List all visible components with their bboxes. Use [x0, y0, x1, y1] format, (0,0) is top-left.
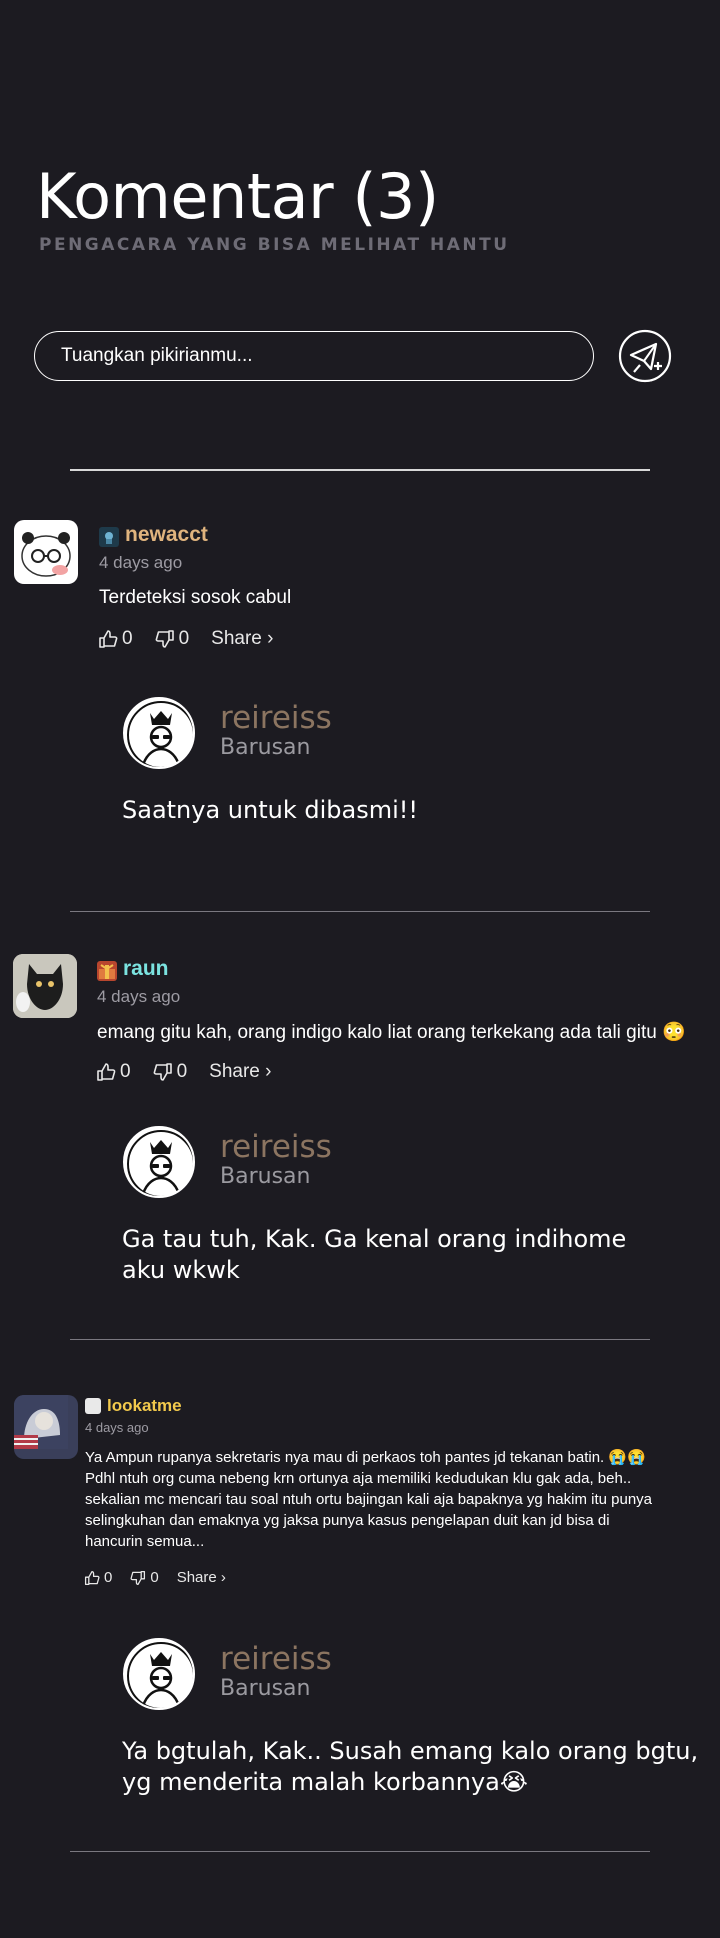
section-divider [70, 469, 650, 471]
comment-username[interactable]: raun [123, 957, 169, 981]
like-button[interactable]: 0 [98, 628, 133, 650]
avatar[interactable] [14, 520, 78, 584]
reply-text: Saatnya untuk dibasmi!! [122, 796, 419, 824]
reply-text-line: aku wkwk [122, 1256, 240, 1284]
user-badge-icon [99, 527, 119, 547]
cat-avatar-icon [13, 954, 77, 1018]
reply-avatar[interactable] [123, 1126, 195, 1198]
comment-text: Ya Ampun rupanya sekretaris nya mau di p… [85, 1447, 652, 1552]
crowned-avatar-icon [126, 1129, 193, 1196]
reply-time: Barusan [220, 735, 311, 760]
comment-time: 4 days ago [97, 987, 181, 1006]
thumbs-down-icon [155, 630, 174, 648]
comment-actions: 0 0 Share › [98, 628, 273, 650]
reply-username[interactable]: reireiss [220, 700, 332, 736]
reply-avatar[interactable] [123, 1638, 195, 1710]
comment-text-line: Ya Ampun rupanya sekretaris nya mau di p… [85, 1449, 646, 1466]
thumbs-up-icon [97, 1063, 116, 1081]
page-subtitle: PENGACARA YANG BISA MELIHAT HANTU [39, 235, 510, 255]
comment-text-line: sekalian mc mencari tau soal ntuh ortu b… [85, 1491, 652, 1508]
crowned-avatar-icon [126, 1641, 193, 1708]
reply-text-line: Ya bgtulah, Kak.. Susah emang kalo orang… [122, 1737, 699, 1765]
dislike-button[interactable]: 0 [153, 1061, 188, 1083]
comment-time: 4 days ago [99, 553, 183, 572]
like-count: 0 [104, 1569, 113, 1586]
comment-text: Terdeteksi sosok cabul [99, 587, 292, 608]
avatar[interactable] [13, 954, 77, 1018]
comment-actions: 0 0 Share › [84, 1569, 226, 1586]
dislike-count: 0 [178, 628, 190, 649]
page-title: Komentar (3) [36, 160, 439, 233]
send-plane-icon [618, 329, 672, 383]
reply-time: Barusan [220, 1676, 311, 1701]
comment-text-line: hancurin semua... [85, 1533, 205, 1550]
thumbs-down-icon [130, 1570, 146, 1585]
comment-text-line: selingkuhan dan emaknya yg jaksa punya k… [85, 1512, 610, 1529]
comment-username[interactable]: lookatme [107, 1396, 182, 1416]
comment-text: emang gitu kah, orang indigo kalo liat o… [97, 1022, 686, 1043]
comment-divider [70, 1339, 650, 1340]
user-badge-icon [85, 1398, 101, 1414]
reply-time: Barusan [220, 1164, 311, 1189]
comment-actions: 0 0 Share › [96, 1061, 271, 1083]
reply-username[interactable]: reireiss [220, 1129, 332, 1165]
dislike-count: 0 [176, 1061, 188, 1082]
thumbs-up-icon [99, 630, 118, 648]
thumbs-up-icon [84, 1570, 100, 1585]
avatar[interactable] [14, 1395, 78, 1459]
dislike-count: 0 [150, 1569, 159, 1586]
reply-text-line: Ga tau tuh, Kak. Ga kenal orang indihome [122, 1225, 627, 1253]
thumbs-down-icon [153, 1063, 172, 1081]
share-button[interactable]: Share › [211, 628, 273, 650]
like-count: 0 [120, 1061, 131, 1082]
like-count: 0 [122, 628, 133, 649]
user-badge-icon [97, 961, 117, 981]
like-button[interactable]: 0 [84, 1569, 112, 1586]
reply-username[interactable]: reireiss [220, 1641, 332, 1677]
comment-time: 4 days ago [85, 1420, 149, 1435]
like-button[interactable]: 0 [96, 1061, 131, 1083]
share-button[interactable]: Share › [209, 1061, 271, 1083]
reply-avatar[interactable] [123, 697, 195, 769]
reply-text-line: yg menderita malah korbannya😭 [122, 1768, 528, 1796]
comment-divider [70, 1851, 650, 1852]
send-button[interactable] [618, 329, 672, 383]
crowned-avatar-icon [126, 700, 193, 767]
dislike-button[interactable]: 0 [155, 628, 190, 650]
panda-avatar-icon [21, 532, 71, 577]
comment-username[interactable]: newacct [125, 523, 208, 547]
anime-avatar-icon [14, 1395, 68, 1449]
share-button[interactable]: Share › [177, 1569, 226, 1586]
dislike-button[interactable]: 0 [130, 1569, 159, 1586]
comment-text-line: Pdhl ntuh org cuma nebeng krn ortunya aj… [85, 1470, 632, 1487]
comment-input[interactable] [34, 331, 594, 381]
comment-divider [70, 911, 650, 912]
